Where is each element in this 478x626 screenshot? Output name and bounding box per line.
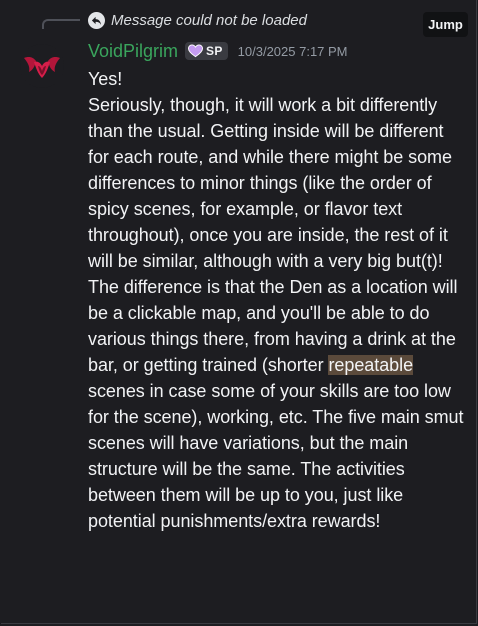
highlighted-word: repeatable — [328, 355, 414, 375]
message-paragraph: Yes! — [88, 69, 123, 89]
jump-button[interactable]: Jump — [423, 12, 468, 37]
red-wings-icon — [24, 57, 60, 78]
message-header: VoidPilgrim SP 10/3/2025 7:17 PM — [88, 39, 348, 63]
username[interactable]: VoidPilgrim — [88, 41, 178, 62]
message-paragraph: The difference is that the Den as a loca… — [88, 274, 464, 534]
tag-label: SP — [206, 44, 223, 58]
user-tag[interactable]: SP — [185, 42, 228, 60]
reply-text: Message could not be loaded — [111, 11, 307, 29]
avatar[interactable] — [20, 44, 64, 88]
reply-spine — [42, 19, 80, 29]
message-text: scenes in case some of your skills are t… — [88, 381, 464, 531]
message-content: Yes! Seriously, though, it will work a b… — [88, 66, 464, 534]
message-paragraph: Seriously, though, it will work a bit di… — [88, 95, 452, 271]
timestamp[interactable]: 10/3/2025 7:17 PM — [238, 44, 348, 59]
reply-arrow-icon — [88, 11, 105, 29]
reply-preview[interactable]: Message could not be loaded — [88, 10, 307, 30]
purple-heart-icon — [188, 44, 204, 58]
